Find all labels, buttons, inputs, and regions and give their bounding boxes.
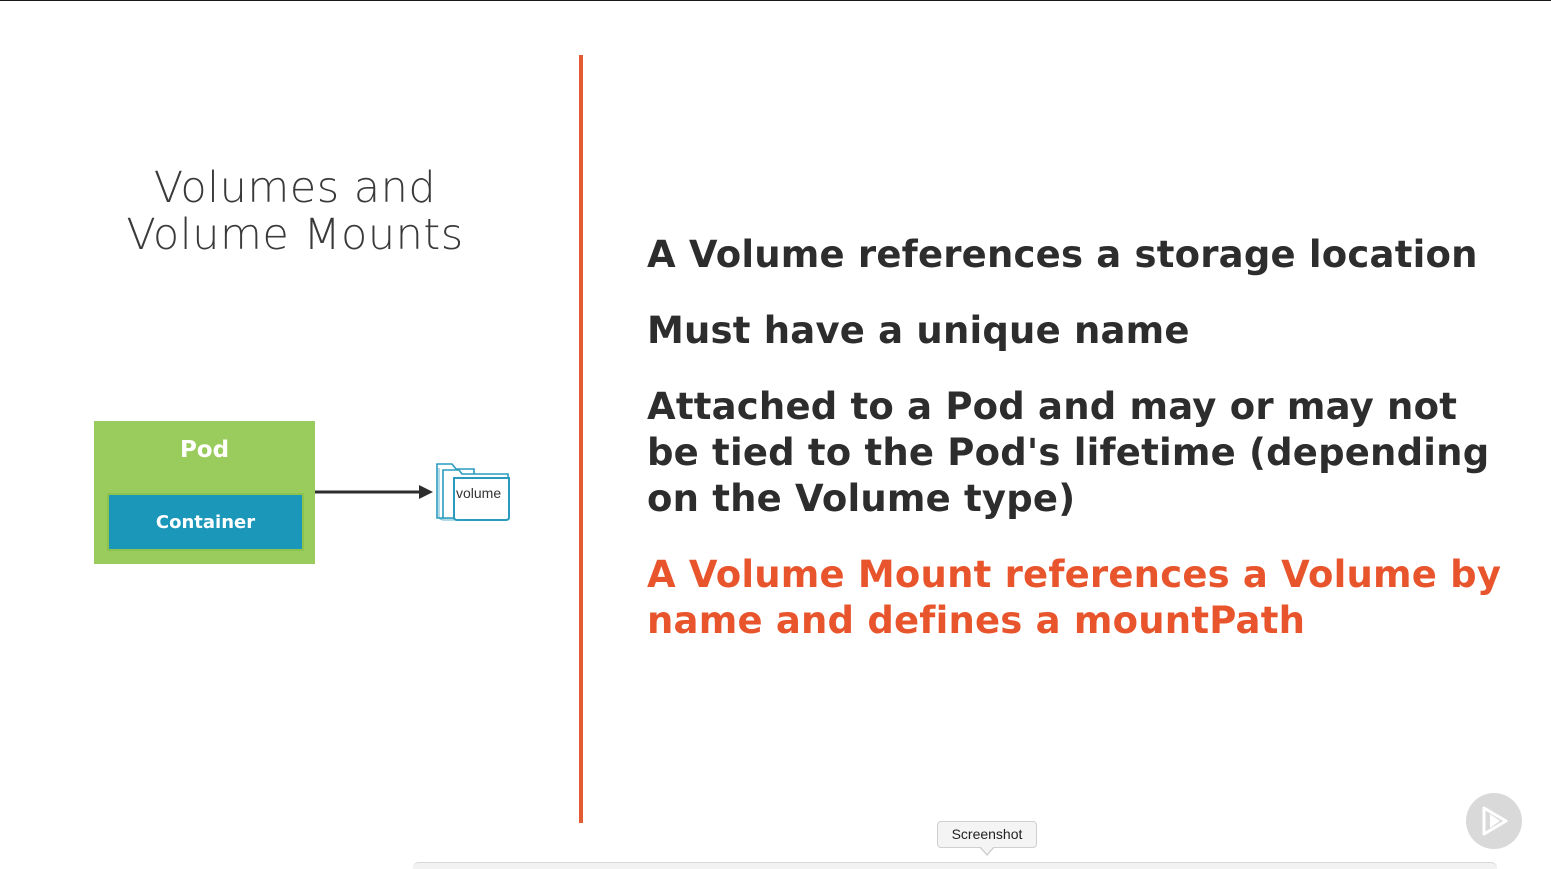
pod-diagram-box: Pod Container <box>94 421 315 564</box>
volume-label: volume <box>456 485 502 501</box>
bottom-toolbar[interactable] <box>413 862 1497 869</box>
slide-title-line-2: Volume Mounts <box>126 210 464 260</box>
bullet-item: A Volume references a storage location <box>647 233 1478 276</box>
play-logo-icon <box>1482 806 1508 836</box>
tooltip-tail-inner <box>980 846 994 854</box>
container-box: Container <box>107 493 304 551</box>
slide-stage: Volumes and Volume Mounts Pod Container … <box>0 0 1551 869</box>
top-border <box>0 0 1551 1</box>
bullet-item: Must have a unique name <box>647 309 1190 352</box>
slide-title: Volumes and Volume Mounts <box>60 165 530 259</box>
pod-label: Pod <box>179 437 230 463</box>
arrow-right-icon <box>315 485 433 499</box>
bullet-list: A Volume references a storage location M… <box>647 232 1507 674</box>
slide-title-line-1: Volumes and <box>153 163 437 213</box>
container-label: Container <box>155 512 256 533</box>
vertical-divider <box>579 55 583 823</box>
screenshot-tooltip: Screenshot <box>937 821 1037 848</box>
bullet-item-highlight: A Volume Mount references a Volume by na… <box>647 553 1502 642</box>
bullet-item: Attached to a Pod and may or may not be … <box>647 385 1490 520</box>
play-button[interactable] <box>1466 793 1522 849</box>
